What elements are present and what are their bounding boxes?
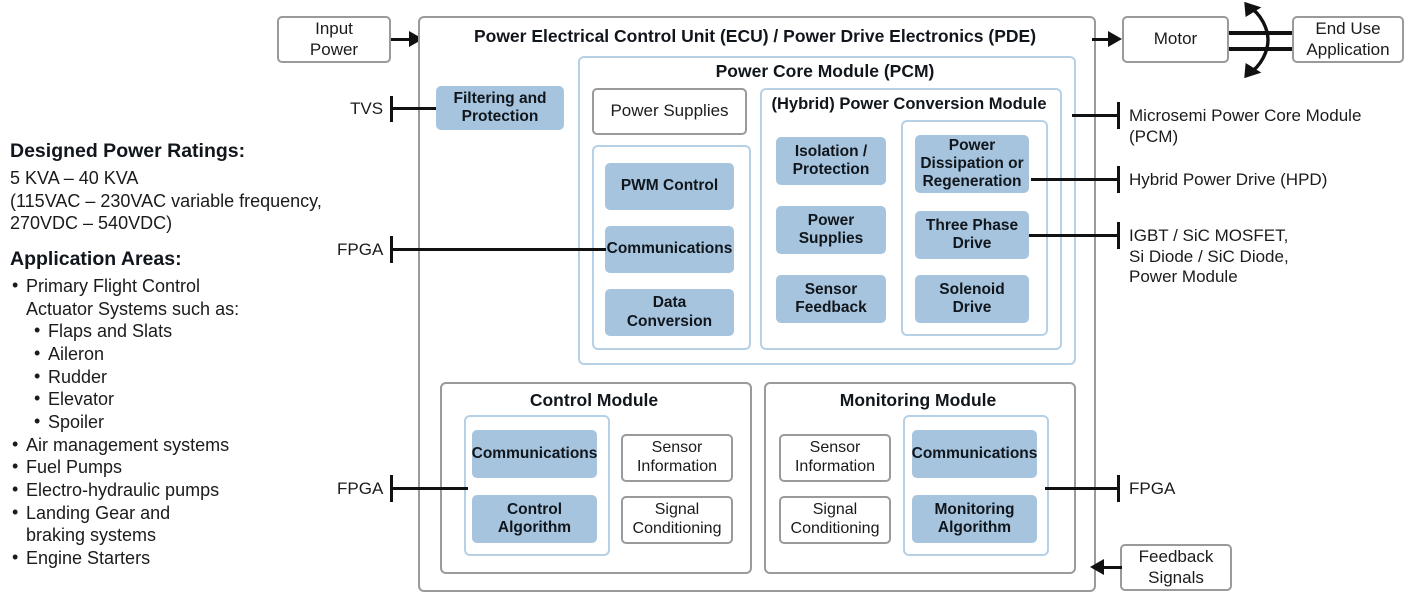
input-power-label: Input Power xyxy=(309,19,359,59)
fpga-power-connector xyxy=(390,248,606,251)
solenoid-drive-block: Solenoid Drive xyxy=(915,275,1029,323)
diagram-canvas: Designed Power Ratings: 5 KVA – 40 KVA (… xyxy=(0,0,1410,604)
list-item: Primary Flight Control xyxy=(10,274,350,298)
control-communications-label: Communications xyxy=(471,444,598,462)
data-conversion-block: Data Conversion xyxy=(605,289,734,336)
monitoring-sensor-information-label: Sensor Information xyxy=(794,439,876,475)
control-signal-conditioning-label: Signal Conditioning xyxy=(632,501,722,537)
application-areas-list: Primary Flight Control Actuator Systems … xyxy=(10,274,350,570)
callout-devices-label: IGBT / SiC MOSFET, Si Diode / SiC Diode,… xyxy=(1129,226,1289,287)
pcm-communications-block: Communications xyxy=(605,226,734,273)
fpga-monitoring-connector xyxy=(1045,487,1119,490)
pcm-power-supplies-box: Power Supplies xyxy=(592,88,747,135)
tvs-connector xyxy=(390,107,436,110)
flight-control-sublist: Flaps and Slats Aileron Rudder Elevator … xyxy=(10,319,350,434)
motor-input-arrowhead xyxy=(1108,31,1122,47)
list-item: Flaps and Slats xyxy=(32,319,350,343)
pwm-control-block: PWM Control xyxy=(605,163,734,210)
filtering-and-protection-label: Filtering and Protection xyxy=(453,89,547,125)
end-use-application-label: End Use Application xyxy=(1306,19,1390,59)
list-item: Electro-hydraulic pumps xyxy=(10,478,350,502)
callout-pcm-tick xyxy=(1117,102,1120,129)
fpga-power-label: FPGA xyxy=(337,240,384,259)
monitoring-algorithm-label: Monitoring Algorithm xyxy=(934,500,1015,536)
list-item: Elevator xyxy=(32,387,350,411)
three-phase-drive-label: Three Phase Drive xyxy=(925,216,1019,252)
motor-box: Motor xyxy=(1122,16,1229,63)
rotation-arrows-icon xyxy=(1244,2,1270,78)
monitoring-sensor-information-box: Sensor Information xyxy=(779,434,891,482)
callout-hpd-tick xyxy=(1117,166,1120,193)
list-item: Actuator Systems such as: xyxy=(26,298,240,319)
list-item: Rudder xyxy=(32,365,350,389)
sensor-feedback-label: Sensor Feedback xyxy=(795,280,867,316)
control-algorithm-block: Control Algorithm xyxy=(472,495,597,543)
feedback-signals-label: Feedback Signals xyxy=(1138,547,1214,587)
pcm-power-supplies-label: Power Supplies xyxy=(610,101,729,121)
control-module-title: Control Module xyxy=(529,390,659,410)
control-signal-conditioning-box: Signal Conditioning xyxy=(621,496,733,544)
power-ratings-line-2: (115VAC – 230VAC variable frequency, xyxy=(10,190,322,211)
list-item: Aileron xyxy=(32,342,350,366)
three-phase-drive-block: Three Phase Drive xyxy=(915,211,1029,259)
solenoid-drive-label: Solenoid Drive xyxy=(939,280,1005,316)
isolation-protection-block: Isolation / Protection xyxy=(776,137,886,185)
isolation-protection-label: Isolation / Protection xyxy=(792,142,870,178)
callout-pcm-connector xyxy=(1072,114,1119,117)
callout-devices-connector xyxy=(1029,234,1119,237)
power-ratings-line-3: 270VDC – 540VDC) xyxy=(10,213,173,234)
fpga-monitoring-label: FPGA xyxy=(1129,479,1176,498)
feedback-signals-arrowhead xyxy=(1090,559,1104,575)
filtering-and-protection-block: Filtering and Protection xyxy=(436,86,564,130)
pcm-communications-label: Communications xyxy=(606,240,733,258)
control-communications-block: Communications xyxy=(472,430,597,478)
motor-label: Motor xyxy=(1153,29,1198,49)
monitoring-communications-block: Communications xyxy=(912,430,1037,478)
monitoring-signal-conditioning-box: Signal Conditioning xyxy=(779,496,891,544)
power-ratings-line-1: 5 KVA – 40 KVA xyxy=(10,168,139,188)
hpcm-power-supplies-block: Power Supplies xyxy=(776,206,886,254)
fpga-control-connector xyxy=(390,487,468,490)
feedback-signals-box: Feedback Signals xyxy=(1120,544,1232,591)
callout-pcm-label: Microsemi Power Core Module (PCM) xyxy=(1129,106,1362,146)
monitoring-module-title: Monitoring Module xyxy=(839,390,997,410)
fpga-monitoring-tick xyxy=(1117,475,1120,502)
list-item: Air management systems xyxy=(10,433,350,457)
power-dissipation-regeneration-label: Power Dissipation or Regeneration xyxy=(920,136,1024,191)
monitoring-communications-label: Communications xyxy=(911,444,1038,462)
callout-hpd-label: Hybrid Power Drive (HPD) xyxy=(1129,170,1328,189)
monitoring-algorithm-block: Monitoring Algorithm xyxy=(912,495,1037,543)
fpga-control-label: FPGA xyxy=(337,479,384,498)
tvs-label: TVS xyxy=(350,99,384,118)
ecu-title: Power Electrical Control Unit (ECU) / Po… xyxy=(473,26,1037,46)
callout-hpd-connector xyxy=(1031,178,1119,181)
pwm-control-label: PWM Control xyxy=(620,177,719,195)
control-sensor-information-label: Sensor Information xyxy=(636,439,718,475)
info-panel: Designed Power Ratings: 5 KVA – 40 KVA (… xyxy=(10,140,350,570)
control-algorithm-label: Control Algorithm xyxy=(497,500,572,536)
list-item: Spoiler xyxy=(32,410,350,434)
hpcm-power-supplies-label: Power Supplies xyxy=(798,211,864,247)
list-item: Engine Starters xyxy=(10,546,350,570)
list-item: Landing Gear and xyxy=(10,501,350,525)
list-item: Fuel Pumps xyxy=(10,455,350,479)
list-item: braking systems xyxy=(26,525,157,546)
end-use-application-box: End Use Application xyxy=(1292,16,1404,63)
hybrid-power-conversion-module-title: (Hybrid) Power Conversion Module xyxy=(771,95,1047,113)
control-sensor-information-box: Sensor Information xyxy=(621,434,733,482)
input-power-box: Input Power xyxy=(277,16,391,63)
power-ratings-heading: Designed Power Ratings: xyxy=(10,140,246,162)
sensor-feedback-block: Sensor Feedback xyxy=(776,275,886,323)
callout-devices-tick xyxy=(1117,222,1120,249)
power-dissipation-regeneration-block: Power Dissipation or Regeneration xyxy=(915,135,1029,193)
power-core-module-title: Power Core Module (PCM) xyxy=(715,61,935,81)
monitoring-signal-conditioning-label: Signal Conditioning xyxy=(790,501,880,537)
application-areas-heading: Application Areas: xyxy=(10,248,182,271)
data-conversion-label: Data Conversion xyxy=(626,294,713,330)
